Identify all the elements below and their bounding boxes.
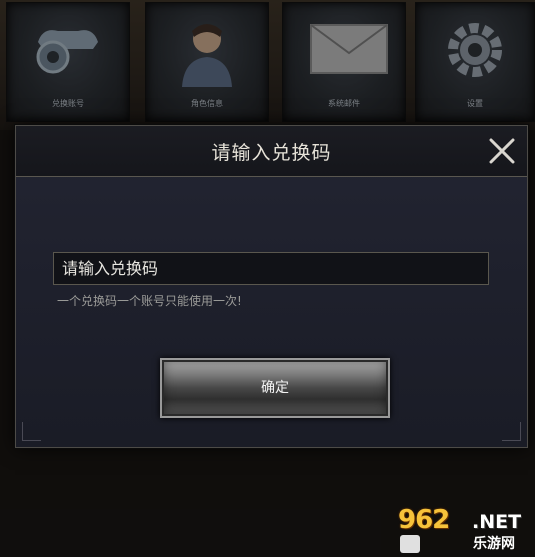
watermark-main: 962 xyxy=(398,505,450,535)
dialog-title: 请输入兑换码 xyxy=(211,142,332,164)
watermark-net: .NET xyxy=(472,511,522,533)
dialog-header: 请输入兑换码 xyxy=(16,126,527,177)
site-watermark: 962 .NET 乐游网 xyxy=(398,505,528,553)
watermark-badge-icon xyxy=(400,535,420,553)
confirm-button[interactable]: 确定 xyxy=(160,358,390,418)
close-icon xyxy=(489,138,515,164)
watermark-sub: 乐游网 xyxy=(473,536,515,552)
corner-ornament xyxy=(22,422,41,441)
close-button[interactable] xyxy=(487,136,517,166)
corner-ornament xyxy=(502,422,521,441)
redeem-hint-text: 一个兑换码一个账号只能使用一次! xyxy=(57,294,242,308)
redeem-code-dialog: 请输入兑换码 一个兑换码一个账号只能使用一次! 确定 xyxy=(15,125,528,448)
redeem-code-input[interactable] xyxy=(53,252,489,285)
